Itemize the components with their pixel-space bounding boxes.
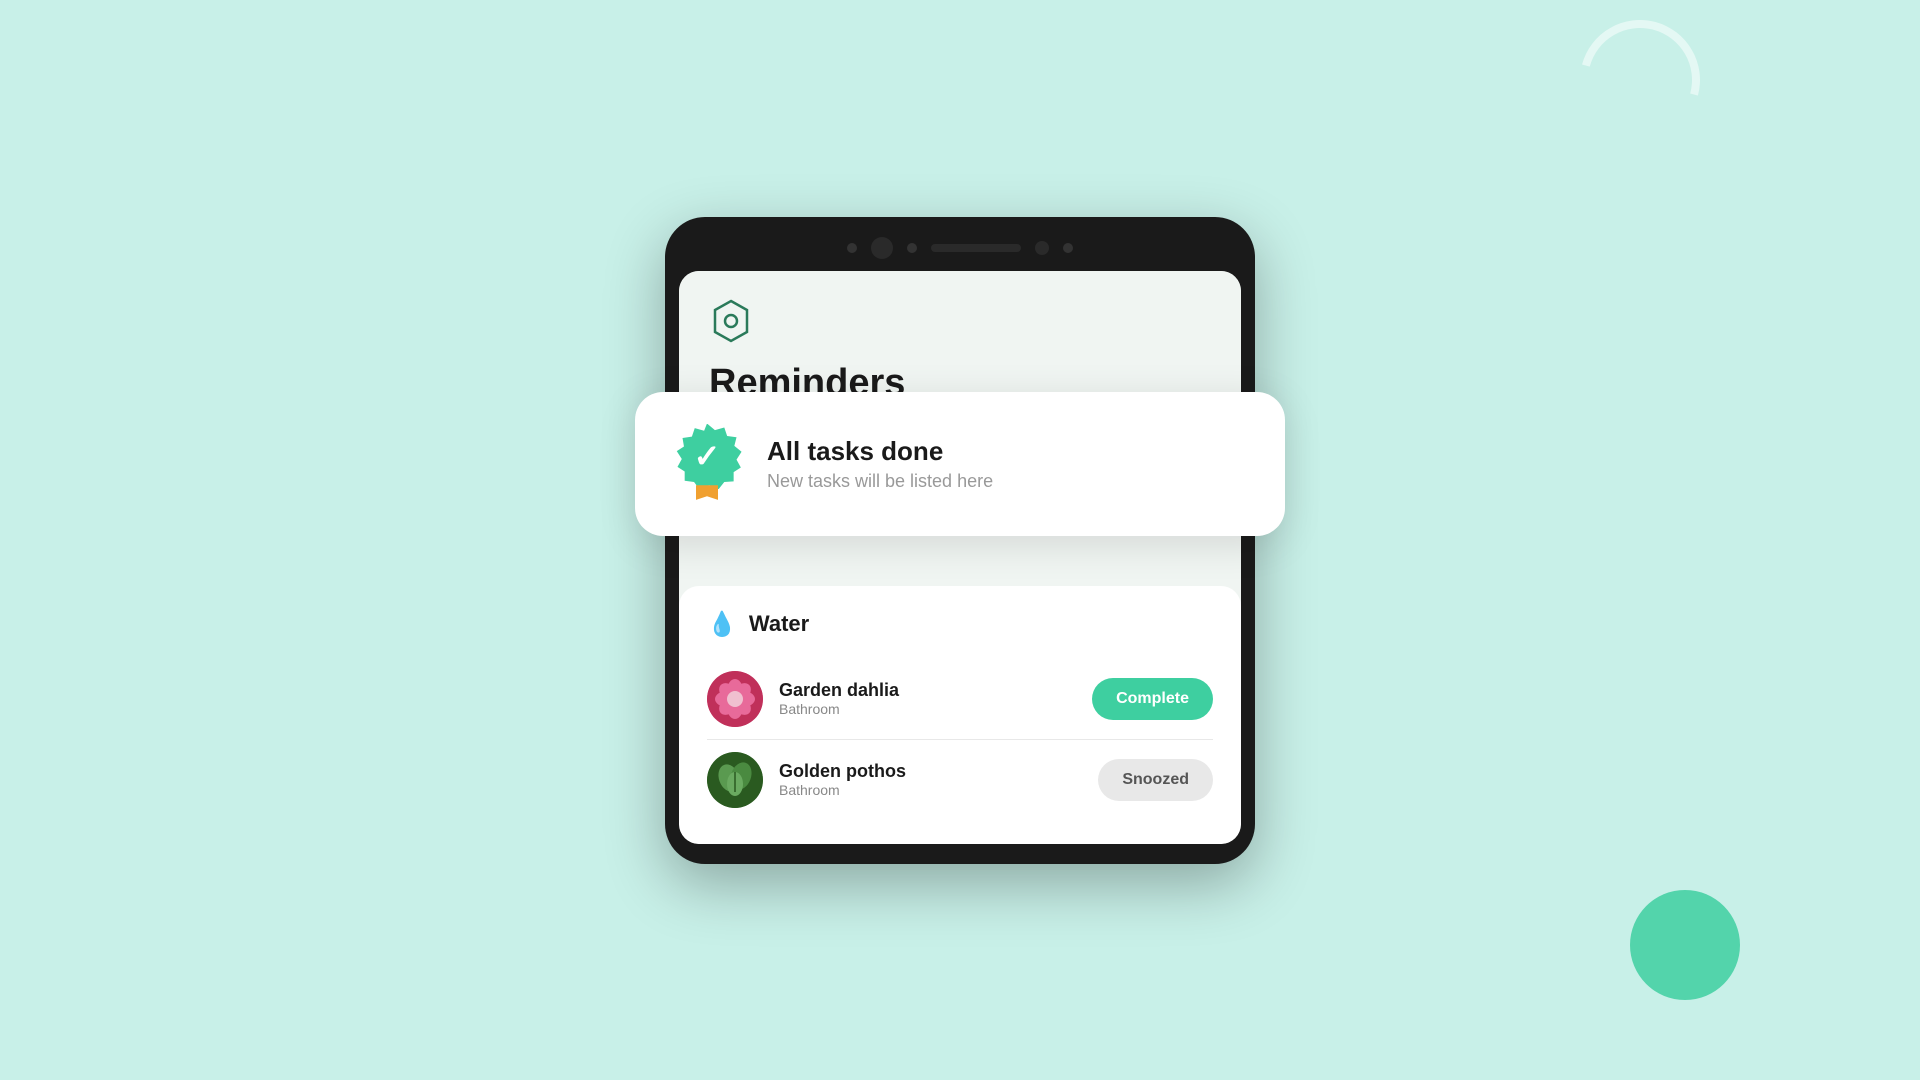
plant-info-pothos: Golden pothos Bathroom	[779, 761, 1082, 798]
phone-pill	[931, 244, 1021, 252]
phone-dot-1	[847, 243, 857, 253]
app-logo-icon	[709, 299, 753, 343]
water-section: 💧 Water	[679, 586, 1241, 844]
bg-circle-decoration	[1630, 890, 1740, 1000]
phone-top-bar	[679, 237, 1241, 259]
ribbon-icon	[696, 485, 718, 503]
section-title: Water	[749, 611, 809, 637]
badge-icon: ✓	[671, 424, 743, 504]
phone-screen: Reminders Today Upcoming 💧 Water	[679, 271, 1241, 844]
notification-subtitle: New tasks will be listed here	[767, 471, 1249, 492]
phone-dot-3	[1063, 243, 1073, 253]
complete-button-dahlia[interactable]: Complete	[1092, 678, 1213, 720]
plant-location-dahlia: Bathroom	[779, 701, 1076, 717]
app-container: Reminders Today Upcoming 💧 Water	[665, 217, 1255, 864]
section-header: 💧 Water	[707, 610, 1213, 639]
plant-item-pothos: Golden pothos Bathroom Snoozed	[707, 739, 1213, 820]
snoozed-button-pothos[interactable]: Snoozed	[1098, 759, 1213, 801]
notification-text: All tasks done New tasks will be listed …	[767, 436, 1249, 492]
plant-location-pothos: Bathroom	[779, 782, 1082, 798]
checkmark-icon: ✓	[694, 437, 721, 475]
plant-info-dahlia: Garden dahlia Bathroom	[779, 680, 1076, 717]
plant-avatar-pothos	[707, 752, 763, 808]
plant-item-dahlia: Garden dahlia Bathroom Complete	[707, 659, 1213, 739]
notification-card: ✓ All tasks done New tasks will be liste…	[635, 392, 1285, 536]
water-icon: 💧	[707, 610, 737, 639]
plant-name-pothos: Golden pothos	[779, 761, 1082, 782]
phone-dot-right	[1035, 241, 1049, 255]
plant-name-dahlia: Garden dahlia	[779, 680, 1076, 701]
phone-dot-camera	[871, 237, 893, 259]
bg-curl-decoration	[1558, 0, 1722, 162]
phone-frame: Reminders Today Upcoming 💧 Water	[665, 217, 1255, 864]
plant-avatar-dahlia	[707, 671, 763, 727]
notification-title: All tasks done	[767, 436, 1249, 467]
badge-circle: ✓	[671, 424, 743, 490]
phone-dot-2	[907, 243, 917, 253]
